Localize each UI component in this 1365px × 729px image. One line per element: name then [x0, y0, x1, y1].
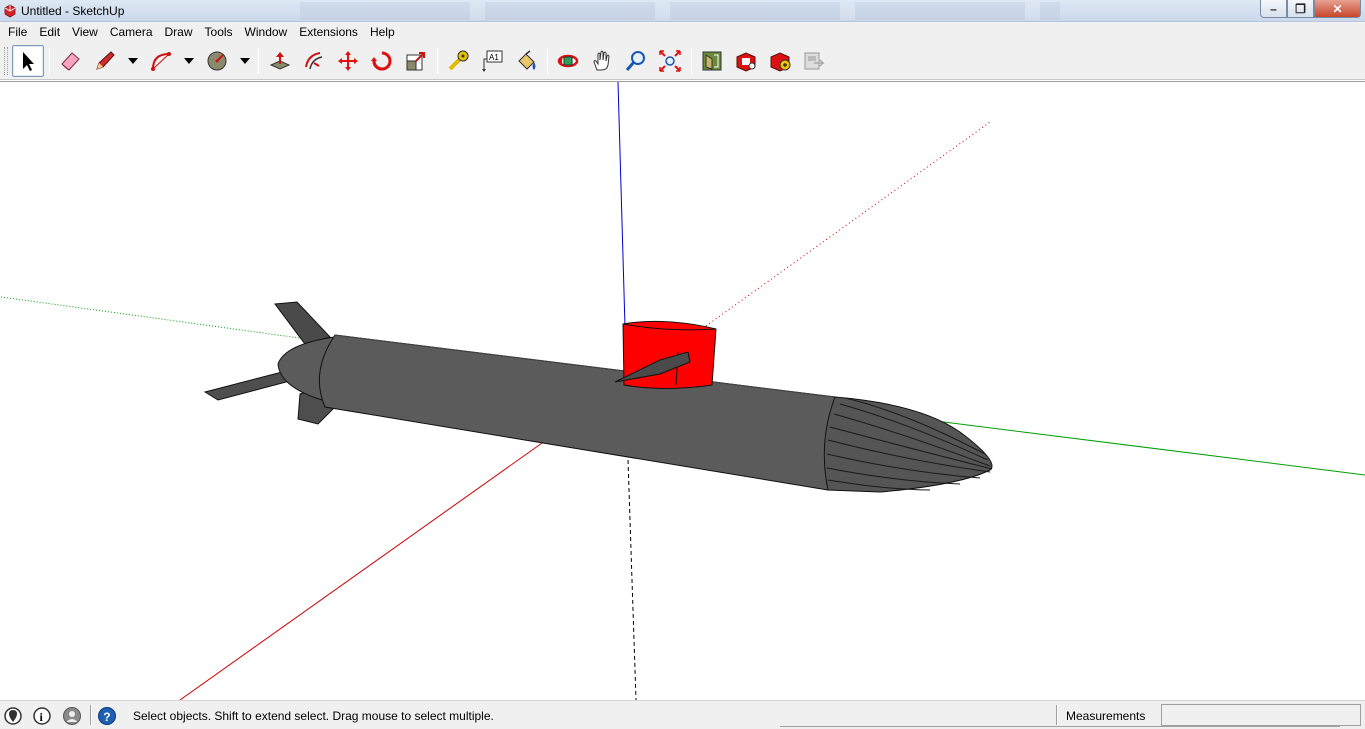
menu-window[interactable]: Window: [239, 23, 294, 41]
close-button[interactable]: ✕: [1314, 0, 1361, 18]
close-icon: ✕: [1332, 1, 1343, 16]
toolbar-separator: [547, 48, 548, 74]
status-message: Select objects. Shift to extend select. …: [133, 709, 494, 723]
orbit-button[interactable]: [552, 45, 584, 77]
minimize-button[interactable]: –: [1260, 0, 1287, 18]
layout-button[interactable]: [798, 45, 830, 77]
toolbar-separator: [49, 48, 50, 74]
circle-shape-icon: [207, 51, 227, 71]
menu-edit[interactable]: Edit: [33, 23, 66, 41]
tape-measure-button[interactable]: [442, 45, 474, 77]
help-icon[interactable]: ?: [97, 706, 117, 726]
warehouse-button[interactable]: [696, 45, 728, 77]
arc-dropdown-chevron-down-icon[interactable]: [183, 56, 195, 66]
menu-draw[interactable]: Draw: [159, 23, 199, 41]
restore-icon: ❐: [1295, 1, 1306, 16]
model-viewport[interactable]: [0, 81, 1365, 700]
svg-text:A1: A1: [489, 53, 499, 62]
blue-axis-negative: [627, 459, 637, 700]
menu-camera[interactable]: Camera: [104, 23, 159, 41]
title-bar: Untitled - SketchUp – ❐ ✕: [0, 0, 1365, 22]
offset-icon: [305, 52, 323, 70]
model-canvas[interactable]: [0, 82, 1365, 700]
cursor-arrow-icon: [23, 52, 34, 71]
scale-icon: [406, 52, 425, 71]
rotate-icon: [371, 51, 392, 71]
window-title: Untitled - SketchUp: [21, 4, 125, 18]
shapes-tool-button[interactable]: [201, 45, 233, 77]
zoom-extents-button[interactable]: [654, 45, 686, 77]
credits-info-icon[interactable]: i: [32, 706, 52, 726]
share-model-icon: [770, 52, 791, 72]
push-pull-button[interactable]: [264, 45, 296, 77]
maximize-button[interactable]: ❐: [1287, 0, 1314, 18]
toolbar-separator: [258, 48, 259, 74]
pencil-dropdown-chevron-down-icon[interactable]: [127, 56, 139, 66]
share-model-button[interactable]: [764, 45, 796, 77]
text-button[interactable]: A1: [476, 45, 508, 77]
pan-button[interactable]: [586, 45, 618, 77]
red-axis-negative: [705, 121, 991, 327]
send-to-layout-icon: [804, 52, 825, 70]
submarine-model[interactable]: [203, 301, 993, 493]
hand-icon: [593, 50, 610, 71]
rotate-button[interactable]: [366, 45, 398, 77]
geo-location-icon[interactable]: [3, 706, 23, 726]
toolbar-separator: [437, 48, 438, 74]
sketchup-window: Untitled - SketchUp – ❐ ✕ File Edit View…: [0, 0, 1365, 729]
pencil-icon: [96, 51, 115, 70]
move-button[interactable]: [332, 45, 364, 77]
upper-tail-fin[interactable]: [274, 301, 331, 345]
sketchup-logo-icon: [4, 4, 16, 18]
select-tool-button[interactable]: [12, 45, 44, 77]
move-arrows-icon: [338, 51, 358, 71]
menu-file[interactable]: File: [2, 23, 33, 41]
arc-icon: [151, 52, 171, 71]
background-taskbar-ghost: [300, 2, 1060, 20]
zoom-extents-icon: [659, 50, 681, 72]
extension-warehouse-button[interactable]: [730, 45, 762, 77]
minimize-icon: –: [1270, 1, 1277, 16]
getting-started-toolbar: A1: [0, 42, 1365, 80]
menu-extensions[interactable]: Extensions: [293, 23, 364, 41]
measurements-label: Measurements: [1066, 709, 1146, 723]
text-label-icon: A1: [482, 50, 503, 72]
tape-measure-icon: [448, 50, 469, 71]
menu-view[interactable]: View: [66, 23, 104, 41]
3d-warehouse-icon: [702, 51, 722, 71]
user-account-icon[interactable]: [62, 706, 82, 726]
toolbar-grip[interactable]: [4, 47, 8, 75]
measurements-separator: [1056, 705, 1058, 725]
toolbar-separator: [691, 48, 692, 74]
paint-bucket-button[interactable]: [510, 45, 542, 77]
push-pull-icon: [269, 52, 291, 70]
offset-button[interactable]: [298, 45, 330, 77]
menu-bar: File Edit View Camera Draw Tools Window …: [0, 22, 1365, 42]
svg-text:?: ?: [103, 710, 110, 724]
zoom-button[interactable]: [620, 45, 652, 77]
status-separator: [90, 705, 92, 725]
arc-tool-button[interactable]: [145, 45, 177, 77]
magnifier-icon: [625, 51, 645, 71]
eraser-icon: [61, 52, 80, 71]
menu-tools[interactable]: Tools: [199, 23, 239, 41]
eraser-tool-button[interactable]: [54, 45, 86, 77]
blue-axis-positive: [617, 82, 626, 328]
hull[interactable]: [318, 334, 836, 491]
scale-button[interactable]: [400, 45, 432, 77]
pencil-tool-button[interactable]: [89, 45, 121, 77]
status-divider-line: [780, 726, 1340, 728]
orbit-icon: [557, 54, 579, 68]
menu-help[interactable]: Help: [364, 23, 401, 41]
extension-warehouse-icon: [736, 52, 756, 72]
status-bar: i ? Select objects. Shift to extend sele…: [0, 700, 1365, 729]
paint-bucket-icon: [518, 50, 536, 70]
shapes-dropdown-chevron-down-icon[interactable]: [239, 56, 251, 66]
measurements-input[interactable]: [1161, 704, 1361, 726]
